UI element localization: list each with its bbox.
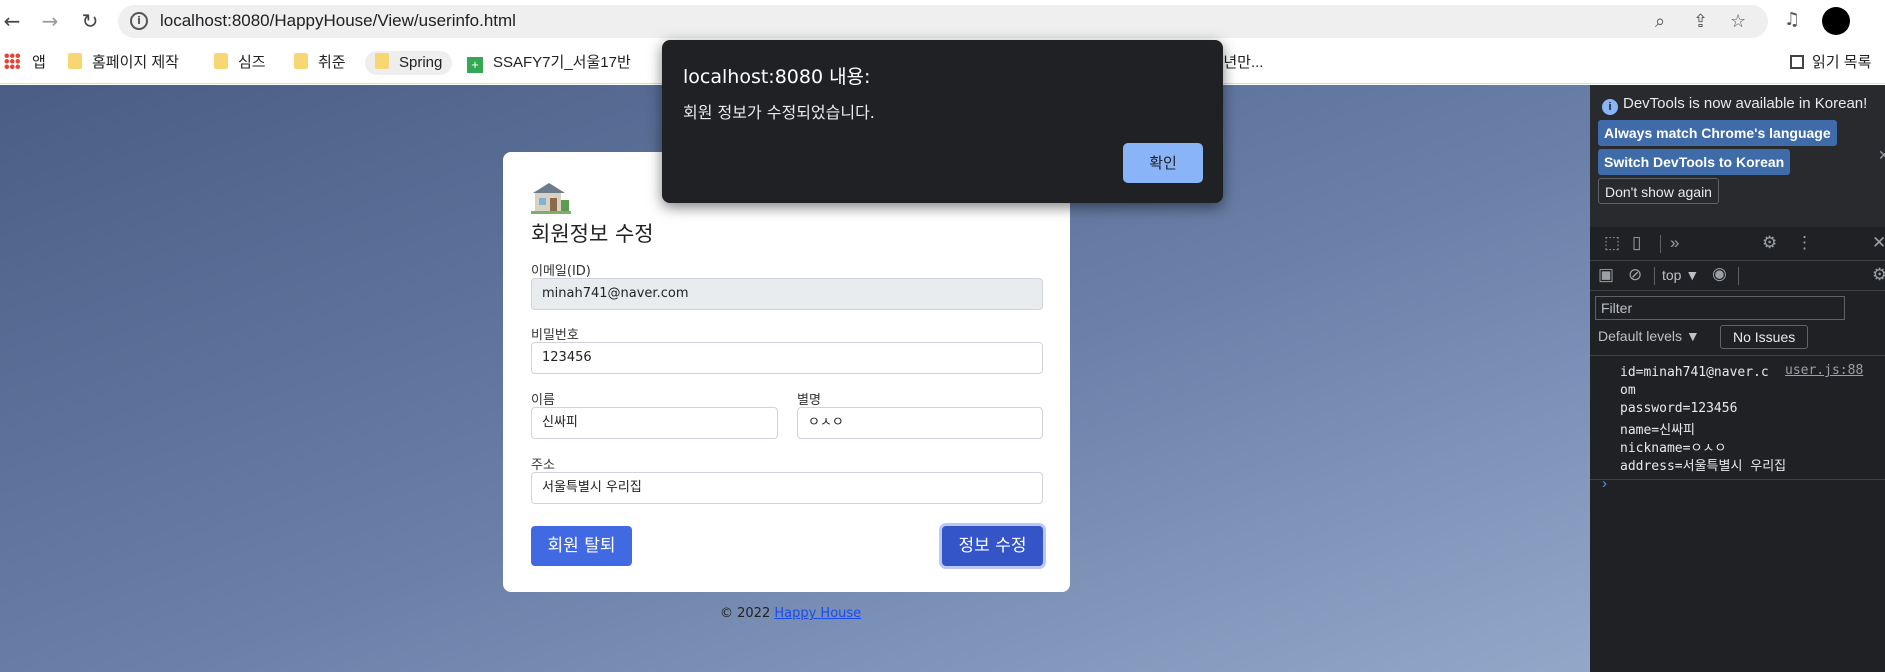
- info-icon: i: [1602, 99, 1618, 115]
- zoom-icon[interactable]: ⌕: [1655, 11, 1665, 32]
- address-bar[interactable]: i localhost:8080/HappyHouse/View/userinf…: [118, 5, 1768, 38]
- site-info-icon[interactable]: i: [130, 12, 148, 30]
- eye-icon[interactable]: ◉: [1712, 264, 1727, 284]
- back-arrow-icon[interactable]: ←: [0, 9, 24, 33]
- forward-arrow-icon[interactable]: →: [38, 9, 62, 33]
- alert-title: localhost:8080 내용:: [683, 66, 871, 88]
- password-label: 비밀번호: [531, 328, 579, 343]
- folder-icon: [214, 53, 228, 69]
- console-prompt-icon[interactable]: ›: [1602, 475, 1607, 492]
- close-banner-icon[interactable]: ✕: [1878, 147, 1885, 164]
- devtools-panel: i DevTools is now available in Korean! Al…: [1590, 85, 1885, 672]
- console-log-line: id=minah741@naver.c: [1620, 365, 1769, 380]
- reload-icon[interactable]: ↻: [78, 9, 102, 33]
- settings-gear-icon[interactable]: ⚙: [1762, 233, 1777, 253]
- console-log-line: address=서울특별시 우리집: [1620, 459, 1787, 474]
- footer-link[interactable]: Happy House: [774, 606, 861, 621]
- update-button[interactable]: 정보 수정: [942, 526, 1043, 566]
- page-title: 회원정보 수정: [531, 222, 654, 246]
- browser-toolbar: ← → ↻ i localhost:8080/HappyHouse/View/u…: [0, 0, 1885, 42]
- context-selector[interactable]: top ▼: [1662, 267, 1699, 283]
- folder-icon: [294, 53, 308, 69]
- footer: © 2022 Happy House: [720, 606, 861, 621]
- banner-message: i DevTools is now available in Korean!: [1602, 95, 1867, 115]
- console-settings-gear-icon[interactable]: ⚙: [1872, 265, 1885, 285]
- dont-show-again-button[interactable]: Don't show again: [1598, 178, 1719, 204]
- nickname-label: 별명: [797, 393, 821, 408]
- password-field[interactable]: 123456: [531, 342, 1043, 374]
- user-info-card: 회원정보 수정 이메일(ID) minah741@naver.com 비밀번호 …: [503, 152, 1070, 592]
- green-plus-icon: +: [467, 57, 483, 73]
- bookmark-folder[interactable]: 심즈: [214, 51, 266, 75]
- log-levels-dropdown[interactable]: Default levels ▼: [1598, 328, 1700, 344]
- bookmark-folder[interactable]: 홈페이지 제작: [68, 51, 179, 75]
- name-label: 이름: [531, 393, 555, 408]
- bookmark-star-icon[interactable]: ☆: [1730, 11, 1746, 32]
- console-toolbar: ▣ ⊘ top ▼ ◉ ⚙: [1590, 261, 1885, 291]
- alert-message: 회원 정보가 수정되었습니다.: [683, 103, 875, 122]
- devtools-language-banner: i DevTools is now available in Korean! Al…: [1590, 85, 1885, 227]
- name-field[interactable]: 신싸피: [531, 407, 778, 439]
- switch-korean-button[interactable]: Switch DevTools to Korean: [1598, 149, 1791, 175]
- device-toolbar-icon[interactable]: ▯: [1632, 233, 1641, 253]
- nickname-field[interactable]: ㅇㅅㅇ: [797, 407, 1043, 439]
- sidebar-toggle-icon[interactable]: ▣: [1598, 265, 1614, 285]
- devtools-main-toolbar: ⬚ ▯ » ⚙ ⋮ ✕: [1590, 227, 1885, 261]
- reading-list[interactable]: 읽기 목록: [1790, 51, 1871, 75]
- reading-list-icon: [1790, 55, 1804, 69]
- issues-button[interactable]: No Issues: [1720, 325, 1809, 349]
- console-divider: [1590, 479, 1885, 480]
- folder-icon: [375, 53, 389, 69]
- console-divider: [1590, 355, 1885, 356]
- apps-grid-icon: [4, 53, 20, 69]
- bookmark-apps[interactable]: 앱: [4, 51, 46, 75]
- folder-icon: [68, 53, 82, 69]
- profile-avatar[interactable]: [1822, 7, 1850, 35]
- share-icon[interactable]: ⇪: [1693, 11, 1708, 32]
- toolbar-divider: [1660, 235, 1661, 253]
- log-source-link[interactable]: user.js:88: [1785, 363, 1863, 378]
- media-control-icon[interactable]: ♫: [1784, 9, 1800, 30]
- more-options-icon[interactable]: ⋮: [1796, 233, 1813, 253]
- console-log-line: name=신싸피: [1620, 423, 1696, 438]
- alert-dialog: localhost:8080 내용: 회원 정보가 수정되었습니다. 확인: [662, 40, 1223, 203]
- more-tabs-icon[interactable]: »: [1670, 233, 1679, 253]
- toolbar-divider: [1654, 267, 1655, 285]
- bookmark-folder[interactable]: Spring: [365, 51, 453, 75]
- inspect-element-icon[interactable]: ⬚: [1604, 233, 1620, 253]
- alert-ok-button[interactable]: 확인: [1123, 143, 1203, 183]
- console-log-line: nickname=ㅇㅅㅇ: [1620, 441, 1727, 456]
- bookmark-folder[interactable]: 취준: [294, 51, 346, 75]
- console-log-line: password=123456: [1620, 401, 1738, 416]
- console-filter-input[interactable]: Filter: [1595, 296, 1845, 320]
- close-devtools-icon[interactable]: ✕: [1872, 233, 1885, 253]
- console-log-line: om: [1620, 383, 1636, 398]
- bookmark-link[interactable]: + SSAFY7기_서울17반: [467, 51, 631, 75]
- console-output: id=minah741@naver.c user.js:88 om passwo…: [1590, 358, 1885, 558]
- clear-console-icon[interactable]: ⊘: [1628, 265, 1642, 285]
- address-field[interactable]: 서울특별시 우리집: [531, 472, 1043, 504]
- match-language-button[interactable]: Always match Chrome's language: [1598, 120, 1837, 146]
- house-logo-icon: [531, 183, 571, 214]
- email-field[interactable]: minah741@naver.com: [531, 278, 1043, 310]
- email-label: 이메일(ID): [531, 264, 591, 279]
- withdraw-button[interactable]: 회원 탈퇴: [531, 526, 632, 566]
- address-label: 주소: [531, 458, 555, 473]
- url-text[interactable]: localhost:8080/HappyHouse/View/userinfo.…: [160, 11, 516, 31]
- copyright-text: © 2022: [720, 606, 771, 621]
- toolbar-divider: [1738, 267, 1739, 285]
